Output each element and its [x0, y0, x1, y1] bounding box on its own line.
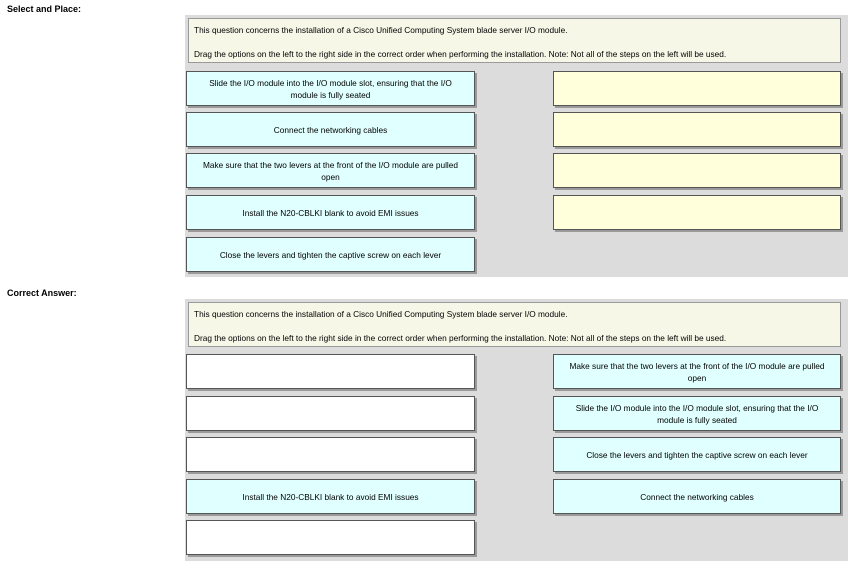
option-label: Close the levers and tighten the captive… — [586, 449, 808, 460]
answer-source-empty-3 — [186, 437, 475, 472]
select-and-place-heading: Select and Place: — [7, 4, 82, 14]
drop-target-slot-1[interactable] — [553, 71, 841, 106]
select-and-place-panel: This question concerns the installation … — [185, 15, 848, 277]
drag-option-install-blank[interactable]: Install the N20-CBLKI blank to avoid EMI… — [186, 195, 475, 230]
instruction-text: This question concerns the installation … — [194, 309, 568, 319]
answer-source-empty-1 — [186, 354, 475, 389]
drag-option-levers-open[interactable]: Make sure that the two levers at the fro… — [186, 153, 475, 188]
instruction-text: Drag the options on the left to the righ… — [194, 333, 727, 343]
answer-source-empty-5 — [186, 520, 475, 555]
correct-answer-panel: This question concerns the installation … — [185, 299, 848, 561]
correct-answer-heading: Correct Answer: — [7, 288, 77, 298]
option-label: Slide the I/O module into the I/O module… — [575, 402, 819, 425]
question-instructions: This question concerns the installation … — [188, 18, 841, 63]
drag-option-close-levers[interactable]: Close the levers and tighten the captive… — [186, 237, 475, 272]
answer-target-slot-1: Make sure that the two levers at the fro… — [553, 354, 841, 389]
drag-option-connect-cables[interactable]: Connect the networking cables — [186, 112, 475, 147]
drag-option-slide-module[interactable]: Slide the I/O module into the I/O module… — [186, 71, 475, 106]
option-label: Connect the networking cables — [273, 124, 388, 135]
option-label: Install the N20-CBLKI blank to avoid EMI… — [242, 207, 419, 218]
option-label: Make sure that the two levers at the fro… — [569, 360, 825, 383]
option-label: Connect the networking cables — [640, 491, 754, 502]
instruction-text: This question concerns the installation … — [194, 25, 568, 35]
drop-target-slot-4[interactable] — [553, 195, 841, 230]
answer-source-install-blank: Install the N20-CBLKI blank to avoid EMI… — [186, 479, 475, 514]
option-label: Close the levers and tighten the captive… — [219, 249, 442, 260]
answer-target-slot-3: Close the levers and tighten the captive… — [553, 437, 841, 472]
answer-target-slot-4: Connect the networking cables — [553, 479, 841, 514]
instruction-text: Drag the options on the left to the righ… — [194, 49, 727, 59]
question-instructions: This question concerns the installation … — [188, 302, 841, 347]
option-label: Slide the I/O module into the I/O module… — [209, 77, 452, 100]
option-label: Install the N20-CBLKI blank to avoid EMI… — [242, 491, 419, 502]
answer-source-empty-2 — [186, 396, 475, 431]
drop-target-slot-3[interactable] — [553, 153, 841, 188]
option-label: Make sure that the two levers at the fro… — [202, 159, 459, 182]
drop-target-slot-2[interactable] — [553, 112, 841, 147]
answer-target-slot-2: Slide the I/O module into the I/O module… — [553, 396, 841, 431]
